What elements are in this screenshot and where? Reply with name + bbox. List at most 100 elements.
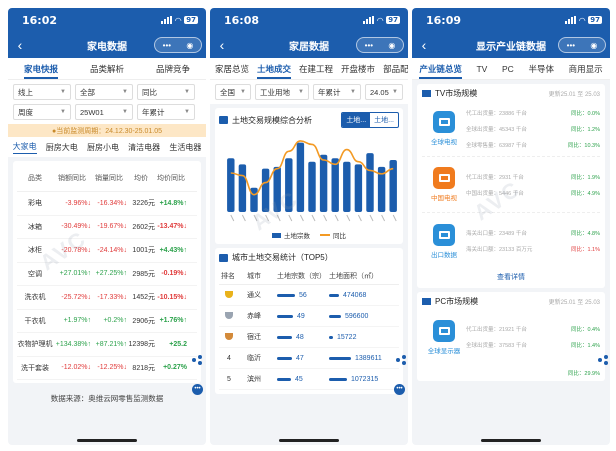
cumulative-select[interactable]: 年累计 ▼	[137, 104, 195, 120]
sales-yoy: -30.49%↓	[61, 223, 91, 231]
chart-legend: 土地宗数 同比	[219, 230, 399, 240]
home-indicator	[77, 439, 137, 442]
x-tick	[253, 214, 258, 222]
table-row[interactable]: 冰柜 -20.78%↓ -24.14%↓ 1001元 +4.43%↑	[17, 239, 197, 263]
chevron-down-icon: ▼	[60, 89, 66, 95]
price-yoy: +1.76%↑	[159, 317, 187, 325]
more-icon[interactable]: •••	[567, 41, 575, 50]
channel-select[interactable]: 线上 ▼	[13, 84, 71, 100]
tab-construction[interactable]: 在建工程	[297, 59, 335, 79]
market-row[interactable]: 全球显示器 代工出货量：21921 千台 全球出货量：37583 千台 同比：0.4%…	[422, 309, 600, 365]
more-icon[interactable]: •••	[163, 41, 171, 50]
table-row[interactable]: 衣物护理机 +134.38%↑ +87.21%↑ 12398元 +25.2	[17, 333, 197, 357]
mini-program-capsule[interactable]: ••• ◉	[356, 37, 404, 53]
land-area: 1389611	[329, 355, 383, 362]
metric-line: 海关出口量：23489 千台	[466, 231, 527, 237]
close-icon[interactable]: ◉	[590, 41, 597, 50]
rank-row[interactable]: 通义 56 474068	[219, 285, 399, 306]
share-icon[interactable]	[396, 355, 406, 365]
market-label: 全球显示器	[427, 347, 461, 355]
table-row[interactable]: 空调 +27.01%↑ +27.25%↑ 2985元 -0.19%↓	[17, 263, 197, 286]
tab-pc[interactable]: PC	[500, 60, 516, 78]
category-name: 彩电	[28, 200, 42, 208]
table-row[interactable]: 冰箱 -30.49%↓ -19.67%↓ 2602元 -13.47%↓	[17, 216, 197, 239]
table-row[interactable]: 干衣机 +1.97%↑ +0.2%↑ 2906元 +1.76%↑	[17, 310, 197, 333]
trophy-icon	[225, 290, 233, 298]
category-tab[interactable]: 生活电器	[169, 142, 201, 153]
region-select[interactable]: 全国 ▼	[215, 84, 251, 100]
scope-select[interactable]: 全部 ▼	[75, 84, 133, 100]
close-icon[interactable]: ◉	[186, 41, 193, 50]
table-row[interactable]: 洗衣机 -25.72%↓ -17.33%↓ 1452元 -10.15%↓	[17, 286, 197, 310]
land-type-select[interactable]: 工业用地 ▼	[255, 84, 309, 100]
tab-commercial-display[interactable]: 商用显示	[567, 59, 605, 79]
rank-row[interactable]: 4 临沂 47 1389611	[219, 348, 399, 369]
price-yoy: +14.8%↑	[159, 199, 187, 207]
pc-market-card: PC市场规模 更新25.01 至 25.03 全球显示器 代工出货量：21921 …	[417, 292, 605, 381]
chart-bar	[354, 164, 363, 212]
more-icon[interactable]: •••	[365, 41, 373, 50]
category-tab[interactable]: 大家电	[12, 141, 37, 154]
mini-program-capsule[interactable]: ••• ◉	[154, 37, 202, 53]
tab-property-launch[interactable]: 开盘楼市	[339, 59, 377, 79]
table-row[interactable]: 洗干套装 -12.02%↓ -12.25%↓ 8218元 +0.27%	[17, 357, 197, 380]
compare-select[interactable]: 同比 ▼	[137, 84, 195, 100]
battery-icon: 97	[386, 16, 400, 24]
metric-toggle-area[interactable]: 土地...	[370, 113, 398, 127]
count-bar	[277, 335, 292, 339]
share-icon[interactable]	[598, 355, 608, 365]
tab-semiconductor[interactable]: 半导体	[526, 59, 556, 79]
category-name: 衣物护理机	[17, 341, 53, 349]
tab-components[interactable]: 部品配套	[381, 59, 408, 79]
rank-row[interactable]: 宿迁 48 15722	[219, 327, 399, 348]
x-tick	[311, 214, 316, 222]
category-tab[interactable]: 厨房小电	[87, 142, 119, 153]
home-data-screen: 16:08 ◠ 97 ‹ 家居数据 ••• ◉ 家居总览 土地成交 在建工程 开盘…	[210, 8, 408, 445]
metric-line: 全球零售量：63987 千台	[466, 142, 527, 149]
market-row[interactable]: 出口数据 海关出口量：23489 千台 海关出口额：23133 百万元 同比：4.8%…	[422, 213, 600, 269]
yoy-value: 同比：0.0%	[570, 110, 600, 117]
chat-icon[interactable]: •••	[394, 384, 405, 395]
rank-row[interactable]: 赤峰 49 596600	[219, 306, 399, 327]
chat-icon[interactable]: •••	[192, 384, 203, 395]
tab-home-overview[interactable]: 家居总览	[213, 59, 251, 79]
chevron-down-icon: ▼	[240, 89, 246, 95]
card-title: PC市场规模	[435, 297, 479, 306]
back-icon[interactable]: ‹	[10, 37, 30, 53]
category-tab[interactable]: 厨房大电	[46, 142, 78, 153]
rank-row[interactable]: 5 滨州 45 1072315	[219, 369, 399, 390]
period-select[interactable]: 周度 ▼	[13, 104, 71, 120]
volume-yoy: -19.67%↓	[97, 223, 127, 231]
close-icon[interactable]: ◉	[388, 41, 395, 50]
category-name: 干衣机	[24, 317, 46, 325]
table-row[interactable]: 彩电 -3.96%↓ -16.34%↓ 3226元 +14.8%↑	[17, 192, 197, 216]
category-tab[interactable]: 清洁电器	[128, 142, 160, 153]
tab-chain-overview[interactable]: 产业链总览	[417, 59, 464, 79]
view-details-link[interactable]: 查看详情	[422, 269, 600, 284]
city-name: 宿迁	[247, 334, 261, 341]
tab-tv[interactable]: TV	[474, 60, 489, 78]
metric-toggle: 土地... 土地...	[341, 112, 399, 128]
trophy-icon	[225, 311, 233, 319]
area-bar	[329, 377, 347, 381]
market-row[interactable]: 中国电视 代工出货量：2931 千台 中国出货量：5446 千台 同比：1.9% 同比：…	[422, 157, 600, 213]
back-icon[interactable]: ‹	[414, 37, 434, 53]
share-icon[interactable]	[192, 355, 202, 365]
cumulative-select[interactable]: 年累计 ▼	[313, 84, 361, 100]
land-area: 596600	[329, 313, 383, 320]
month-select[interactable]: 24.05 ▼	[365, 84, 403, 100]
tab-category-analysis[interactable]: 品类解析	[88, 59, 126, 79]
week-select[interactable]: 25W01 ▼	[75, 104, 133, 120]
tab-land-deals[interactable]: 土地成交	[255, 59, 293, 79]
market-row[interactable]: 全球电视 代工出货量：23886 千台 全球出货量：45343 千台 全球零售量：63…	[422, 101, 600, 157]
tab-appliance-flash[interactable]: 家电快报	[22, 59, 60, 79]
yoy-value: 同比：29.9%	[567, 371, 600, 377]
mini-program-capsule[interactable]: ••• ◉	[558, 37, 606, 53]
tab-brand-competition[interactable]: 品牌竞争	[154, 59, 192, 79]
land-area: 474068	[329, 292, 383, 299]
metric-toggle-count[interactable]: 土地...	[342, 113, 371, 127]
back-icon[interactable]: ‹	[212, 37, 232, 53]
area-bar	[329, 314, 341, 318]
avg-price: 1452元	[132, 294, 155, 302]
signal-icon	[161, 16, 173, 24]
